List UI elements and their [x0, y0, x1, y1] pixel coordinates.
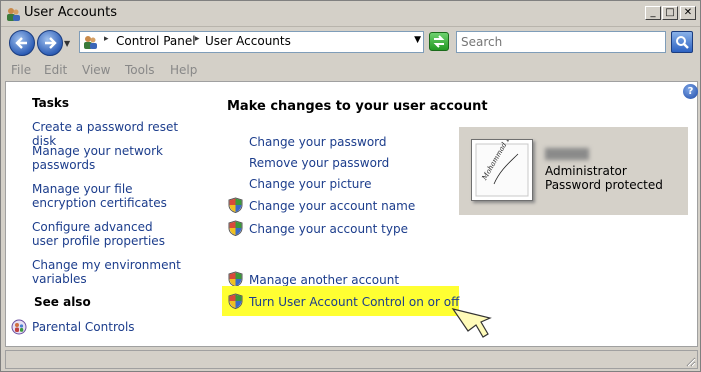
user-accounts-icon	[7, 8, 20, 21]
address-toolbar: ▼ ▸ Control Panel ▸ User Accounts ▼	[1, 28, 700, 59]
parental-controls-icon	[11, 319, 27, 335]
tasks-heading: Tasks	[32, 96, 70, 110]
configure-profile-properties-link[interactable]: Configure advanced user profile properti…	[32, 220, 182, 248]
account-picture[interactable]: Mohammad Elshamy	[471, 112, 533, 201]
title-bar[interactable]: User Accounts _ □ ✕	[1, 1, 700, 27]
back-arrow-icon	[15, 37, 27, 49]
status-bar	[5, 350, 698, 369]
maximize-button[interactable]: □	[662, 6, 678, 20]
breadcrumb-arrow-icon[interactable]: ▸	[104, 34, 109, 44]
user-accounts-window: User Accounts _ □ ✕ ▼ ▸ Control Panel ▸ …	[0, 0, 701, 372]
uac-shield-icon	[228, 197, 243, 213]
change-account-name-link[interactable]: Change your account name	[249, 199, 415, 213]
see-also-heading: See also	[34, 295, 91, 309]
recent-pages-chevron-icon[interactable]: ▼	[64, 39, 70, 48]
breadcrumb-control-panel[interactable]: Control Panel	[116, 34, 196, 48]
account-password-status: Password protected	[545, 178, 663, 192]
page-title: Make changes to your user account	[227, 99, 488, 114]
address-dropdown-icon[interactable]: ▼	[414, 35, 421, 45]
uac-shield-icon	[228, 293, 243, 309]
menu-tools[interactable]: Tools	[125, 63, 155, 77]
search-button[interactable]	[671, 31, 693, 53]
forward-arrow-icon	[45, 37, 57, 49]
address-field[interactable]: ▸ Control Panel ▸ User Accounts ▼	[79, 31, 424, 53]
mouse-cursor-icon	[451, 308, 492, 338]
content-pane: ? Tasks Create a password reset disk Man…	[5, 81, 698, 347]
forward-button[interactable]	[37, 30, 63, 56]
manage-file-encryption-link[interactable]: Manage your file encryption certificates	[32, 182, 197, 210]
menu-file[interactable]: File	[11, 63, 31, 77]
uac-shield-icon	[228, 220, 243, 236]
account-role: Administrator	[545, 164, 627, 178]
change-account-type-link[interactable]: Change your account type	[249, 222, 408, 236]
breadcrumb-user-accounts[interactable]: User Accounts	[205, 34, 291, 48]
menu-view[interactable]: View	[82, 63, 110, 77]
close-button[interactable]: ✕	[680, 6, 696, 20]
search-input[interactable]	[456, 31, 666, 53]
menu-edit[interactable]: Edit	[44, 63, 67, 77]
parental-controls-link[interactable]: Parental Controls	[32, 320, 202, 334]
signature-picture: Mohammad Elshamy	[475, 112, 529, 197]
change-password-link[interactable]: Change your password	[249, 135, 387, 149]
window-title: User Accounts	[24, 5, 118, 20]
menu-help[interactable]: Help	[170, 63, 197, 77]
change-picture-link[interactable]: Change your picture	[249, 177, 371, 191]
refresh-button[interactable]	[429, 32, 449, 51]
turn-uac-on-off-link[interactable]: Turn User Account Control on or off	[249, 295, 459, 309]
help-icon[interactable]: ?	[683, 84, 698, 99]
back-button[interactable]	[9, 30, 35, 56]
refresh-icon	[433, 35, 445, 48]
minimize-button[interactable]: _	[645, 6, 661, 20]
remove-password-link[interactable]: Remove your password	[249, 156, 389, 170]
account-name-blurred	[545, 148, 589, 160]
menu-bar: File Edit View Tools Help	[1, 59, 700, 81]
account-summary-panel: Mohammad Elshamy Administrator Password …	[459, 112, 688, 215]
resize-grip-icon[interactable]	[684, 355, 696, 367]
change-environment-variables-link[interactable]: Change my environment variables	[32, 258, 182, 286]
search-icon	[676, 36, 689, 49]
uac-shield-icon	[228, 271, 243, 287]
manage-network-passwords-link[interactable]: Manage your network passwords	[32, 144, 172, 172]
breadcrumb-arrow-icon[interactable]: ▸	[195, 34, 200, 44]
manage-another-account-link[interactable]: Manage another account	[249, 273, 399, 287]
user-accounts-icon	[84, 36, 97, 49]
